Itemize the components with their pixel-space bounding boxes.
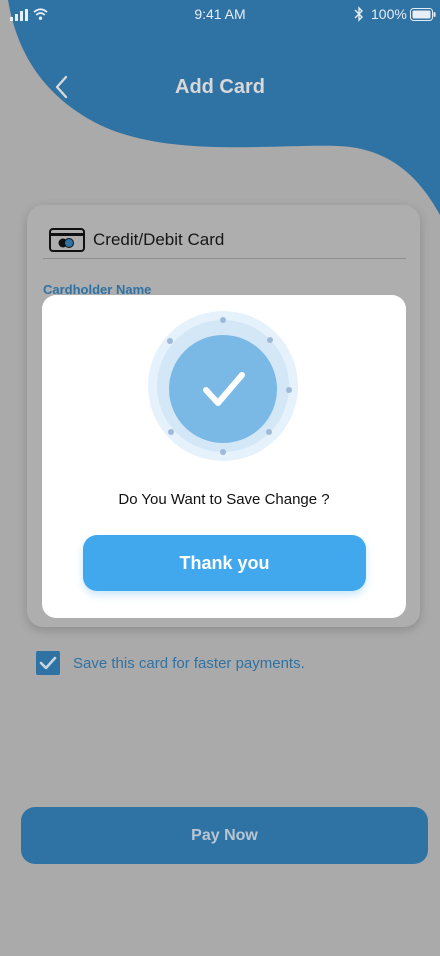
header-wave-background [0, 0, 440, 215]
save-card-checkbox[interactable] [36, 651, 60, 675]
thank-you-button[interactable]: Thank you [83, 535, 366, 591]
confirmation-modal: Do You Want to Save Change ? Thank you [42, 295, 406, 618]
page-title: Add Card [175, 76, 265, 98]
credit-card-icon [49, 228, 85, 252]
success-checkmark-icon [148, 311, 298, 461]
battery-percentage: 100% [371, 6, 407, 22]
save-card-label[interactable]: Save this card for faster payments. [73, 655, 305, 672]
pay-now-button[interactable]: Pay Now [21, 807, 428, 864]
divider [43, 258, 406, 259]
card-type-label: Credit/Debit Card [93, 230, 225, 249]
modal-message: Do You Want to Save Change ? [118, 491, 330, 508]
checkmark-icon [39, 656, 57, 670]
status-bar: 9:41 AM 100% [0, 0, 440, 30]
battery-icon [410, 8, 436, 21]
bluetooth-icon [354, 6, 363, 22]
